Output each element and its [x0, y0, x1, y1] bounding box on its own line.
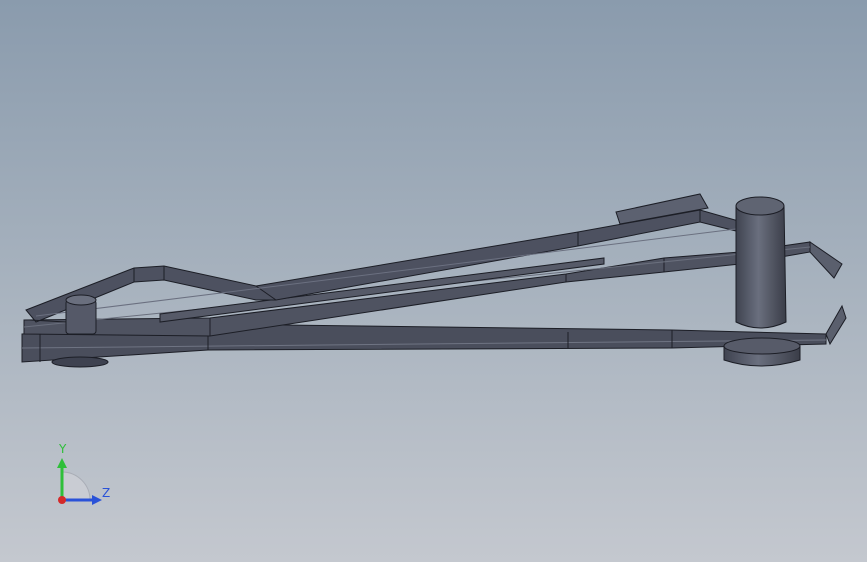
- triad-y-arrow: [57, 458, 67, 468]
- triad-y-label: Y: [59, 442, 67, 456]
- cad-model-nail-clipper[interactable]: [0, 0, 867, 562]
- graphics-viewport[interactable]: Y Z: [0, 0, 867, 562]
- view-orientation-triad: [57, 458, 102, 505]
- triad-z-label: Z: [102, 486, 111, 500]
- triad-x-axis: [58, 496, 66, 504]
- triad-z-arrow: [92, 495, 102, 505]
- triad-arc: [61, 471, 91, 501]
